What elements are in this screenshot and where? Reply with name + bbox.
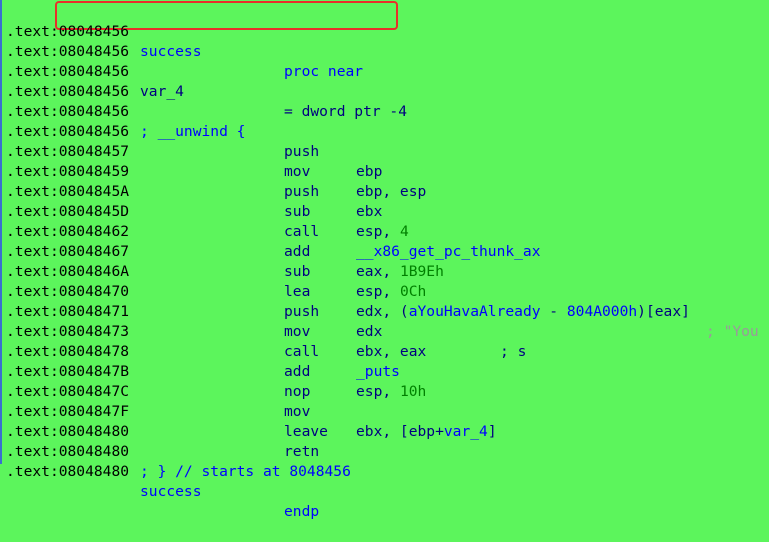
code-line[interactable]: .text:08048478 add esp, 10h xyxy=(2,322,769,400)
code-line[interactable]: .text:0804845D call __x86_get_pc_thunk_a… xyxy=(2,182,769,260)
code-line[interactable]: .text:08048456 xyxy=(2,22,769,60)
code-line[interactable]: .text:0804847C mov ebx, [ebp+var_4] xyxy=(2,362,769,440)
disassembly-listing: .text:08048456 success proc near .text:0… xyxy=(0,0,769,520)
code-line[interactable]: .text:08048467 sub esp, 0Ch xyxy=(2,222,769,300)
code-line[interactable]: .text:08048456 success proc near xyxy=(2,2,769,80)
code-line[interactable]: .text:08048459 push ebx xyxy=(2,142,769,220)
code-line[interactable]: .text:08048456 xyxy=(2,62,769,100)
address[interactable]: .text:08048480 xyxy=(6,462,129,482)
comment: ; } // starts at 8048456 xyxy=(140,463,351,480)
code-line[interactable]: .text:08048480 retn xyxy=(2,402,769,460)
code-line[interactable]: .text:08048480 ; } // starts at 8048456 xyxy=(2,422,769,480)
code-line[interactable]: .text:08048473 call _puts xyxy=(2,302,769,380)
code-line[interactable]: .text:08048457 mov ebp, esp xyxy=(2,122,769,200)
code-line[interactable]: .text:08048471 mov ebx, eax xyxy=(2,282,769,360)
code-line[interactable]: .text:08048456 ; __unwind { xyxy=(2,82,769,140)
proc-name[interactable]: success xyxy=(140,482,202,502)
code-line[interactable]: .text:0804845A sub esp, 4 xyxy=(2,162,769,240)
code-line[interactable]: .text:0804847F leave xyxy=(2,382,769,440)
code-line[interactable]: .text:0804847B nop xyxy=(2,342,769,400)
code-line[interactable]: .text:08048456 push ebp xyxy=(2,102,769,180)
code-line[interactable]: .text:08048470 push edx ; s xyxy=(2,262,769,360)
code-line[interactable]: .text:0804846A lea edx, (aYouHavaAlready… xyxy=(2,242,769,340)
endp-directive: endp xyxy=(284,503,320,520)
code-line[interactable]: .text:08048456 var_4 = dword ptr -4 xyxy=(2,42,769,120)
code-line[interactable]: .text:08048480 success endp xyxy=(2,442,769,520)
code-line[interactable]: .text:08048462 add eax, 1B9Eh xyxy=(2,202,769,280)
